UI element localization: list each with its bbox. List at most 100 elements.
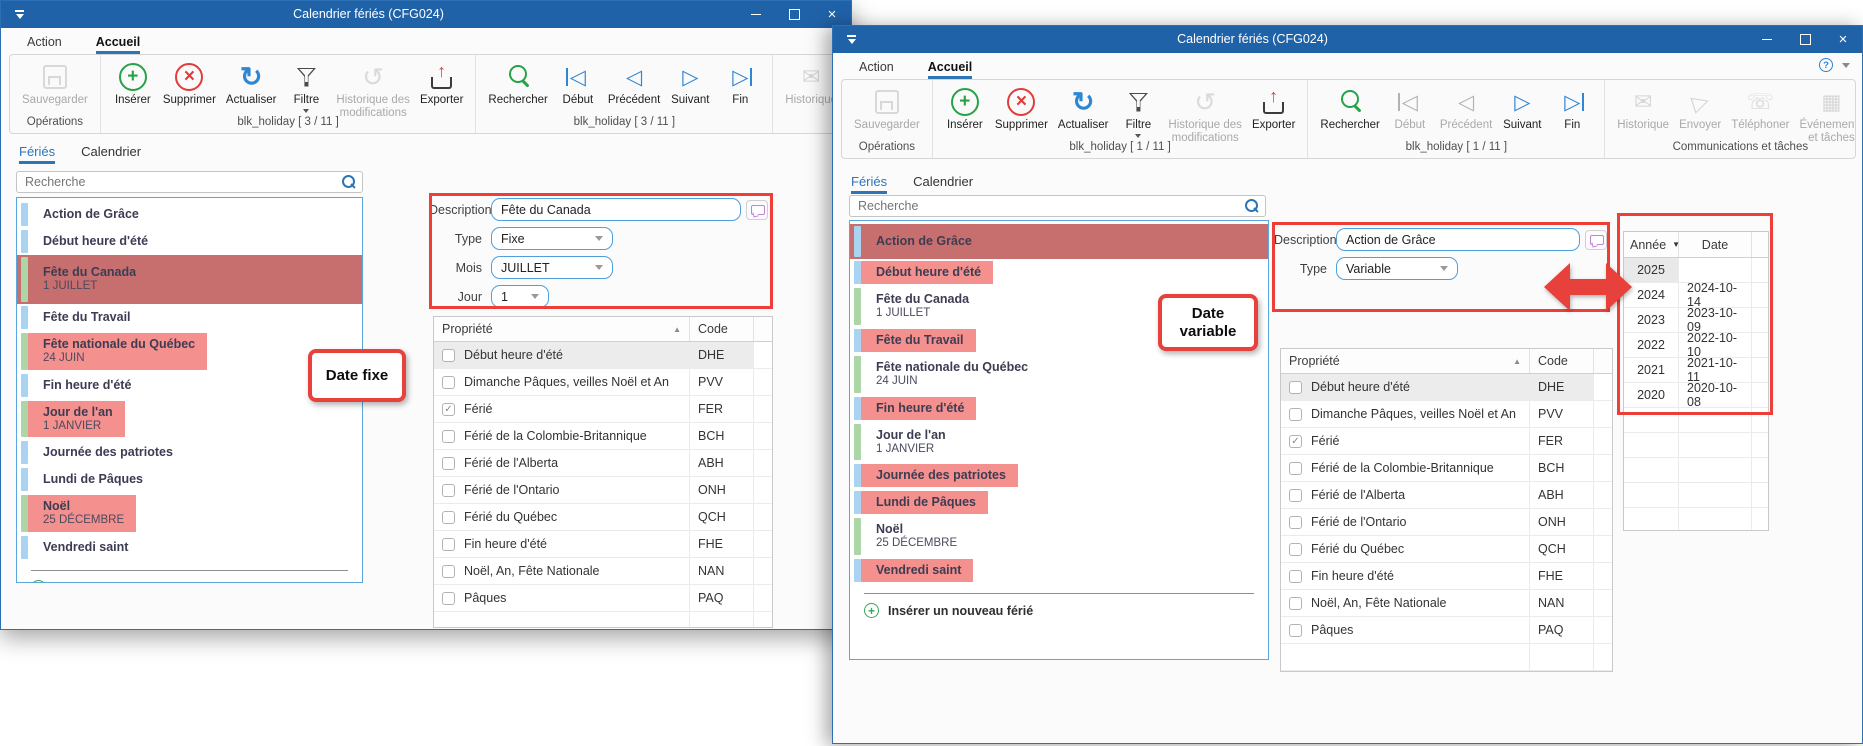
ribbon-button[interactable]: Exporter <box>1247 84 1300 133</box>
property-row[interactable]: Fin heure d'été FHE <box>1281 563 1612 590</box>
ribbon-button[interactable]: Historique <box>1612 84 1674 133</box>
ribbon-collapse-icon[interactable] <box>1842 63 1850 68</box>
holiday-list-item[interactable]: Fête du Canada 1 JUILLET <box>17 255 362 304</box>
year-row[interactable]: 2023 2023-10-09 <box>1624 308 1768 333</box>
property-row[interactable]: Début heure d'été DHE <box>1281 374 1612 401</box>
column-header-code[interactable]: Code <box>1530 349 1594 373</box>
ribbon-button[interactable]: Suivant <box>665 59 715 108</box>
property-checkbox[interactable] <box>442 592 455 605</box>
help-icon[interactable]: ? <box>1819 58 1833 72</box>
ribbon-button[interactable]: Envoyer <box>1674 84 1726 133</box>
description-field[interactable] <box>491 198 741 221</box>
tab-calendrier[interactable]: Calendrier <box>913 174 973 194</box>
property-checkbox[interactable] <box>1289 462 1302 475</box>
property-checkbox[interactable] <box>442 538 455 551</box>
property-row[interactable]: Férié de la Colombie-Britannique BCH <box>1281 455 1612 482</box>
property-row[interactable]: Férié du Québec QCH <box>1281 536 1612 563</box>
property-row[interactable]: Noël, An, Fête Nationale NAN <box>1281 590 1612 617</box>
property-checkbox[interactable] <box>1289 381 1302 394</box>
ribbon-button[interactable]: Filtre <box>1113 84 1163 139</box>
holiday-list-item[interactable]: Début heure d'été <box>17 228 362 255</box>
close-icon[interactable]: × <box>1824 26 1862 53</box>
holiday-list-item[interactable]: Fête du Travail <box>17 304 362 331</box>
ribbon-button[interactable]: Insérer <box>940 84 990 133</box>
holiday-list-item[interactable]: Noël 25 DÉCEMBRE <box>17 493 362 534</box>
year-row[interactable]: 2022 2022-10-10 <box>1624 333 1768 358</box>
ribbon-button[interactable]: Fin <box>1547 84 1597 133</box>
property-row[interactable]: Fin heure d'été FHE <box>434 531 772 558</box>
property-row[interactable]: Férié de l'Ontario ONH <box>1281 509 1612 536</box>
column-header-propriete[interactable]: Propriété ▲ <box>434 317 690 341</box>
holiday-list-item[interactable]: Noël 25 DÉCEMBRE <box>850 516 1268 557</box>
property-row[interactable]: Dimanche Pâques, veilles Noël et An PVV <box>434 369 772 396</box>
search-input[interactable] <box>17 175 340 189</box>
property-row[interactable]: Férié de l'Ontario ONH <box>434 477 772 504</box>
maximize-icon[interactable] <box>1786 26 1824 53</box>
column-header-code[interactable]: Code <box>690 317 754 341</box>
ribbon-button[interactable]: Actualiser <box>221 59 282 108</box>
tab-feries[interactable]: Fériés <box>851 174 887 194</box>
column-header-date[interactable]: Date <box>1679 232 1752 257</box>
holiday-list-item[interactable]: Journée des patriotes <box>850 462 1268 489</box>
ribbon-button[interactable]: Suivant <box>1497 84 1547 133</box>
type-select[interactable]: Variable <box>1336 257 1458 280</box>
property-row[interactable]: Férié de la Colombie-Britannique BCH <box>434 423 772 450</box>
minimize-icon[interactable] <box>1748 26 1786 53</box>
ribbon-button[interactable]: Rechercher <box>483 59 552 108</box>
menu-action[interactable]: Action <box>859 60 894 79</box>
property-row[interactable]: Pâques PAQ <box>434 585 772 612</box>
property-checkbox[interactable] <box>442 457 455 470</box>
year-row[interactable]: 2024 2024-10-14 <box>1624 283 1768 308</box>
property-checkbox[interactable] <box>1289 543 1302 556</box>
property-checkbox[interactable] <box>442 484 455 497</box>
ribbon-button[interactable]: Supprimer <box>990 84 1053 133</box>
maximize-icon[interactable] <box>775 1 813 28</box>
tab-feries[interactable]: Fériés <box>19 144 55 164</box>
property-row[interactable]: Férié FER <box>434 396 772 423</box>
year-row[interactable]: 2020 2020-10-08 <box>1624 383 1768 408</box>
holiday-list-item[interactable]: Lundi de Pâques <box>850 489 1268 516</box>
menu-action[interactable]: Action <box>27 35 62 54</box>
property-row[interactable]: Dimanche Pâques, veilles Noël et An PVV <box>1281 401 1612 428</box>
property-row[interactable]: Férié du Québec QCH <box>434 504 772 531</box>
ribbon-button[interactable]: Exporter <box>415 59 468 108</box>
ribbon-button[interactable]: Filtre <box>281 59 331 114</box>
column-header-propriete[interactable]: Propriété ▲ <box>1281 349 1530 373</box>
menu-accueil[interactable]: Accueil <box>96 35 140 54</box>
titlebar[interactable]: Calendrier fériés (CFG024) × <box>1 1 851 28</box>
ribbon-button[interactable]: Supprimer <box>158 59 221 108</box>
year-row[interactable]: 2021 2021-10-11 <box>1624 358 1768 383</box>
property-row[interactable]: Férié de l'Alberta ABH <box>1281 482 1612 509</box>
holiday-list-item[interactable]: Vendredi saint <box>850 557 1268 584</box>
property-row[interactable]: Férié de l'Alberta ABH <box>434 450 772 477</box>
holiday-list-item[interactable]: Journée des patriotes <box>17 439 362 466</box>
menu-accueil[interactable]: Accueil <box>928 60 972 79</box>
property-row[interactable]: Pâques PAQ <box>1281 617 1612 644</box>
tab-calendrier[interactable]: Calendrier <box>81 144 141 164</box>
ribbon-button[interactable]: Insérer <box>108 59 158 108</box>
property-row[interactable]: Noël, An, Fête Nationale NAN <box>434 558 772 585</box>
ribbon-button[interactable]: Rechercher <box>1315 84 1384 133</box>
property-row[interactable]: Férié FER <box>1281 428 1612 455</box>
ribbon-button[interactable]: Sauvegarder <box>849 84 925 133</box>
search-input[interactable] <box>850 199 1243 213</box>
comment-icon[interactable] <box>1585 230 1607 250</box>
holiday-list-item[interactable]: Jour de l'an 1 JANVIER <box>850 422 1268 463</box>
holiday-list-item[interactable]: Début heure d'été <box>850 259 1268 286</box>
search-icon[interactable] <box>340 173 358 191</box>
ribbon-button[interactable]: Téléphoner <box>1726 84 1794 133</box>
holiday-list-item[interactable]: Vendredi saint <box>17 534 362 561</box>
search-icon[interactable] <box>1243 197 1261 215</box>
type-select[interactable]: Fixe <box>491 227 613 250</box>
month-select[interactable]: JUILLET <box>491 256 613 279</box>
ribbon-button[interactable]: Précédent <box>603 59 665 108</box>
ribbon-button[interactable]: Sauvegarder <box>17 59 93 108</box>
holiday-list-item[interactable]: Fête nationale du Québec 24 JUIN <box>850 354 1268 395</box>
property-checkbox[interactable] <box>1289 570 1302 583</box>
property-checkbox[interactable] <box>442 565 455 578</box>
holiday-list-item[interactable]: Jour de l'an 1 JANVIER <box>17 399 362 440</box>
holiday-list-item[interactable]: Action de Grâce <box>17 201 362 228</box>
insert-holiday-link[interactable]: + Insérer un nouveau férié <box>17 571 362 583</box>
ribbon-button[interactable]: Actualiser <box>1053 84 1114 133</box>
minimize-icon[interactable] <box>737 1 775 28</box>
